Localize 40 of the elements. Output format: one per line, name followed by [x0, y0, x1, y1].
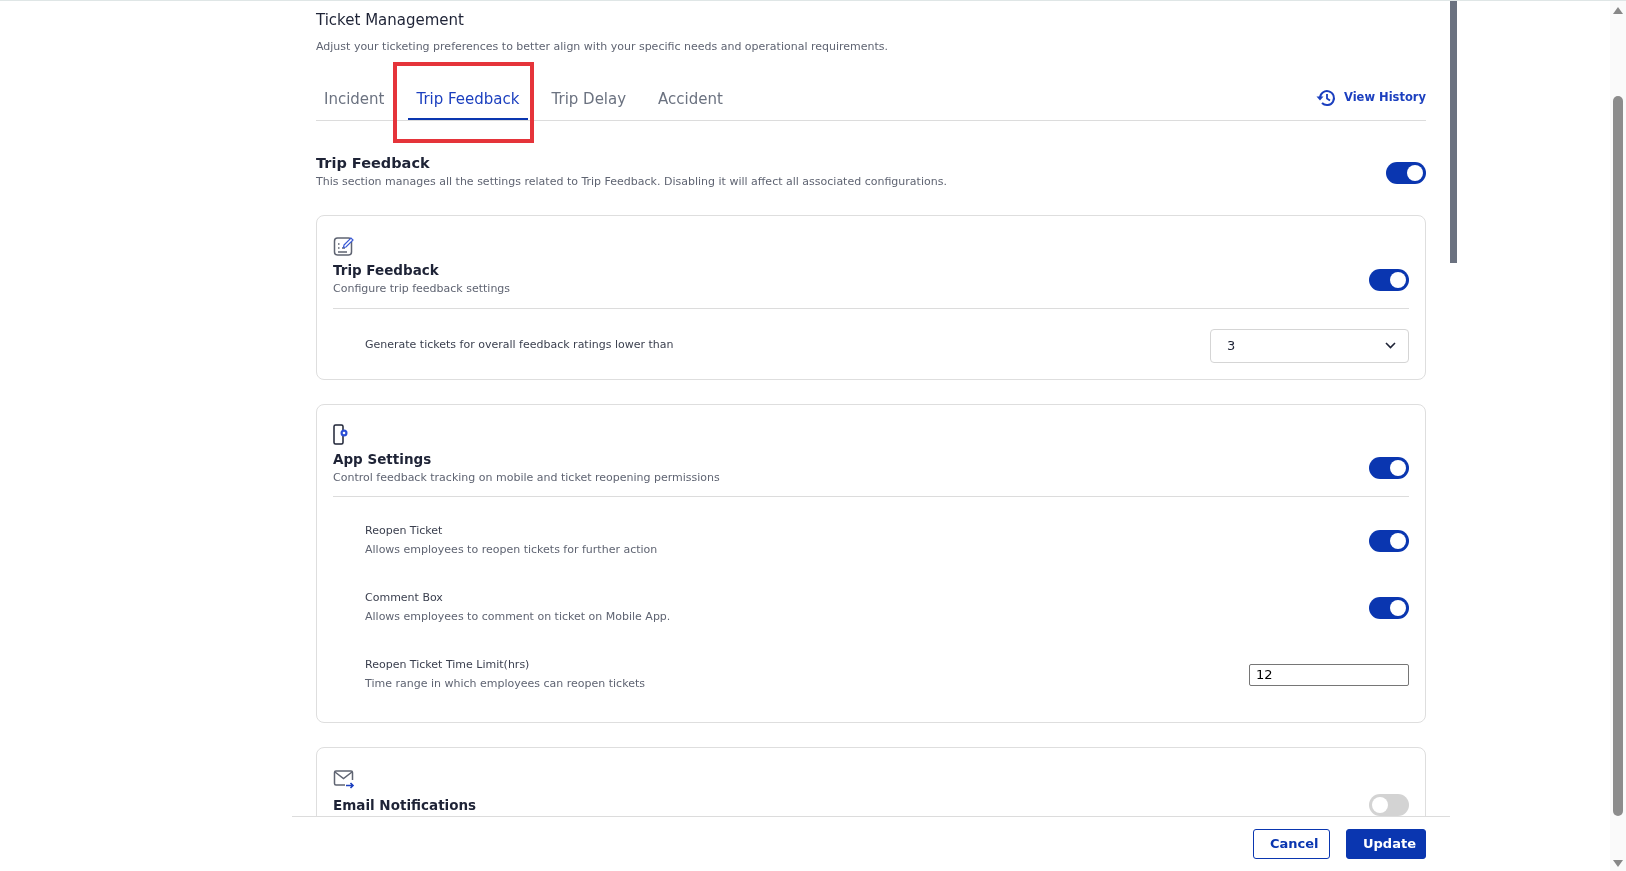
tab[interactable]: Accident	[650, 79, 731, 120]
view-history-link[interactable]: View History	[1315, 88, 1426, 120]
tab[interactable]: Incident	[316, 79, 393, 120]
toggle-switch[interactable]	[1369, 268, 1409, 291]
setting-label: Generate tickets for overall feedback ratings lower than	[365, 337, 674, 354]
scroll-up-icon[interactable]	[1613, 7, 1623, 14]
phone-gear-icon	[333, 424, 349, 447]
feedback-form-icon	[333, 235, 355, 258]
page-title: Ticket Management	[316, 11, 465, 29]
toggle-switch[interactable]	[1369, 529, 1409, 552]
scrollbar-thumb[interactable]	[1450, 1, 1457, 263]
setting-description: Allows employees to comment on ticket on Mobile App.	[365, 608, 671, 625]
toggle-switch[interactable]	[1369, 596, 1409, 619]
history-icon	[1315, 88, 1336, 108]
toggle-switch[interactable]	[1369, 457, 1409, 480]
setting-description: Allows employees to reopen tickets for further action	[365, 541, 658, 558]
setting-label: Reopen Ticket Time Limit(hrs)	[365, 657, 531, 674]
page-subtitle: Adjust your ticketing preferences to better align with your specific needs and operational requirements.	[316, 39, 890, 55]
section-description: This section manages all the settings related to Trip Feedback. Disabling it will affect all associated configurations.	[316, 174, 947, 191]
cancel-button[interactable]: Cancel	[1253, 829, 1330, 859]
toggle-switch[interactable]	[1386, 161, 1426, 184]
tab[interactable]: Trip Delay	[543, 79, 635, 120]
mail-arrow-icon	[333, 768, 355, 789]
card-title: Trip Feedback	[333, 261, 440, 279]
tab[interactable]: Trip Feedback	[408, 79, 528, 120]
setting-label: Comment Box	[365, 590, 444, 607]
toggle-switch[interactable]	[1369, 794, 1409, 816]
section-title: Trip Feedback	[316, 155, 431, 173]
chevron-down-icon	[1385, 342, 1396, 350]
card-title: App Settings	[333, 450, 433, 467]
setting-label: Reopen Ticket	[365, 523, 444, 540]
scroll-down-icon[interactable]	[1613, 860, 1623, 867]
time-limit-field[interactable]: 12	[1249, 663, 1409, 686]
scrollbar-thumb[interactable]	[1613, 96, 1623, 816]
setting-description: Time range in which employees can reopen tickets	[365, 675, 645, 692]
card-description: Control feedback tracking on mobile and ticket reopening permissions	[333, 469, 720, 486]
update-button[interactable]: Update	[1346, 829, 1426, 859]
rating-dropdown[interactable]: 3	[1210, 328, 1409, 363]
card-description: Configure trip feedback settings	[333, 281, 511, 298]
card-title: Email Notifications	[333, 797, 477, 814]
